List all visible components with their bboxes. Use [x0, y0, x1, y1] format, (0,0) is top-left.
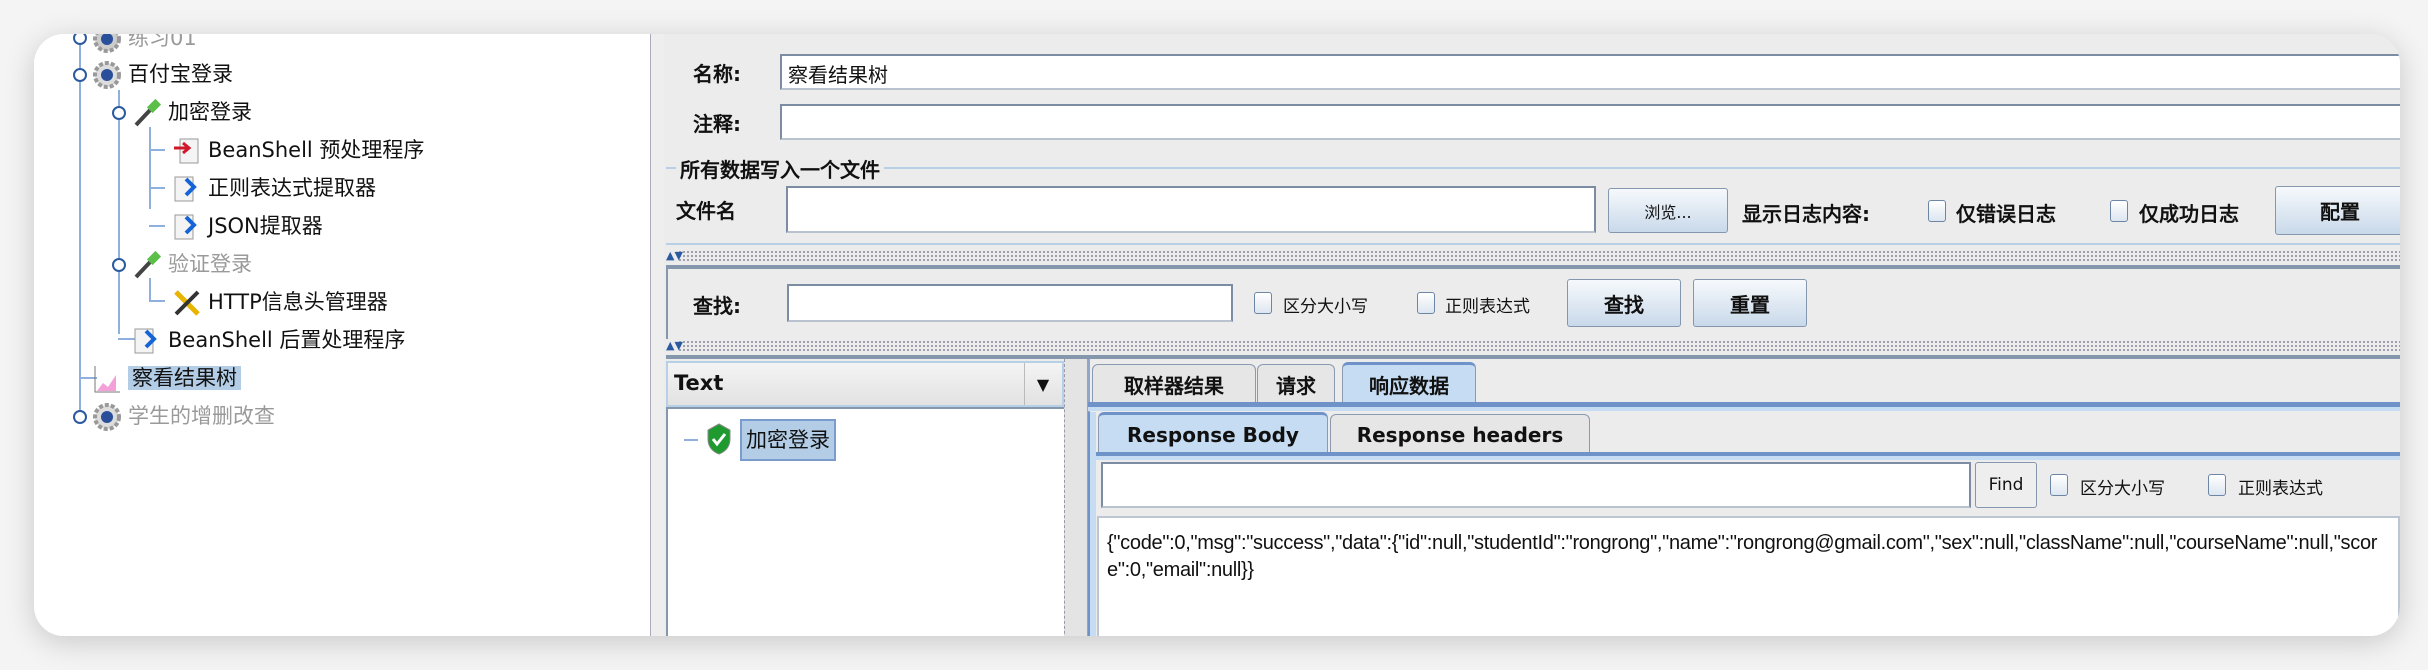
search-case-label: 区分大小写 [1283, 297, 1368, 317]
tree-item-label: 察看结果树 [128, 366, 241, 390]
tools-icon [174, 290, 200, 316]
tree-item-label: 百付宝登录 [128, 62, 233, 86]
tree-item[interactable]: BeanShell 预处理程序 [172, 132, 424, 168]
splitter-arrows-icon[interactable]: ▲▼ [666, 340, 683, 352]
search-regex-checkbox[interactable] [1417, 292, 1435, 314]
tree-item[interactable]: 加密登录 [132, 94, 252, 130]
log-content-label: 显示日志内容: [1742, 202, 1870, 226]
dropper-icon [134, 98, 162, 127]
gear-icon [93, 403, 121, 431]
success-shield-icon [707, 423, 731, 455]
success-only-label: 仅成功日志 [2139, 202, 2239, 226]
tree-item[interactable]: BeanShell 后置处理程序 [132, 322, 405, 358]
filename-label: 文件名 [676, 199, 736, 223]
tree-item-selected[interactable]: 察看结果树 [92, 360, 241, 396]
file-group-title: 所有数据写入一个文件 [676, 154, 884, 183]
search-label: 查找: [693, 294, 741, 318]
comment-label: 注释: [693, 112, 741, 136]
tree-item-label: BeanShell 后置处理程序 [168, 328, 406, 352]
success-only-checkbox[interactable] [2110, 200, 2128, 222]
jmeter-window: 练习01 百付宝登录 加密登录 BeanShell 预处理程序 正则表达式提取器… [34, 34, 2400, 636]
search-find-button[interactable]: 查找 [1567, 279, 1681, 327]
splitter-handle[interactable] [678, 340, 2400, 352]
config-button[interactable]: 配置 [2275, 186, 2400, 235]
tree-item-label: 加密登录 [168, 100, 252, 124]
extractor-icon [134, 328, 157, 354]
gear-icon [93, 34, 121, 53]
sample-result-item[interactable]: 加密登录 [740, 419, 836, 461]
gear-icon [93, 61, 121, 89]
results-split-divider[interactable] [1064, 359, 1090, 636]
tab-sampler-result[interactable]: 取样器结果 [1092, 364, 1256, 404]
renderer-select-value: Text [674, 371, 724, 395]
comment-input[interactable] [780, 104, 2400, 140]
expand-toggle[interactable] [73, 68, 87, 82]
errors-only-checkbox[interactable] [1928, 200, 1946, 222]
tree-line [149, 127, 151, 209]
name-input[interactable]: 察看结果树 [780, 54, 2400, 90]
tab-request[interactable]: 请求 [1257, 364, 1335, 404]
extractor-icon [174, 176, 197, 202]
response-case-checkbox[interactable] [2050, 474, 2068, 496]
renderer-select[interactable]: Text ▼ [666, 361, 1064, 407]
response-case-label: 区分大小写 [2080, 479, 2165, 499]
splitter-handle[interactable] [678, 250, 2400, 262]
splitter-arrows-icon[interactable]: ▲▼ [666, 250, 683, 262]
browse-button[interactable]: 浏览... [1608, 188, 1728, 233]
expand-toggle[interactable] [73, 410, 87, 424]
response-body-text[interactable]: {"code":0,"msg":"success","data":{"id":n… [1097, 516, 2400, 636]
tree-item-label: 正则表达式提取器 [208, 176, 376, 200]
subtab-response-headers[interactable]: Response headers [1330, 414, 1590, 454]
tree-item-label: BeanShell 预处理程序 [208, 138, 425, 162]
expand-toggle[interactable] [112, 258, 126, 272]
preprocessor-icon [174, 138, 199, 164]
errors-only-label: 仅错误日志 [1956, 202, 2056, 226]
tree-item[interactable]: HTTP信息头管理器 [172, 284, 388, 320]
tree-item[interactable]: 正则表达式提取器 [172, 170, 376, 206]
search-case-checkbox[interactable] [1254, 292, 1272, 314]
results-tree-panel: 名称: 察看结果树 注释: 所有数据写入一个文件 文件名 浏览... 显示日志内… [664, 34, 2400, 636]
response-regex-label: 正则表达式 [2238, 479, 2323, 499]
response-regex-checkbox[interactable] [2208, 474, 2226, 496]
response-find-button[interactable]: Find [1975, 462, 2037, 508]
response-find-input[interactable] [1101, 462, 1971, 508]
filename-input[interactable] [786, 186, 1596, 233]
dropper-icon [134, 250, 162, 279]
search-reset-button[interactable]: 重置 [1693, 279, 1807, 327]
name-label: 名称: [693, 62, 741, 86]
tree-item[interactable]: 验证登录 [132, 246, 252, 282]
tree-item[interactable]: 练习01 [92, 34, 197, 56]
tree-item-label: JSON提取器 [208, 214, 323, 238]
chevron-down-icon[interactable]: ▼ [1024, 363, 1061, 405]
expand-toggle[interactable] [73, 34, 87, 45]
test-plan-tree: 练习01 百付宝登录 加密登录 BeanShell 预处理程序 正则表达式提取器… [34, 34, 650, 636]
tree-item[interactable]: 百付宝登录 [92, 56, 233, 92]
search-input[interactable] [787, 284, 1233, 322]
tree-item[interactable]: JSON提取器 [172, 208, 323, 244]
tree-item-label: 学生的增删改查 [128, 404, 275, 428]
tree-item-label: HTTP信息头管理器 [208, 290, 388, 314]
sample-results-list: 加密登录 [666, 407, 1066, 636]
extractor-icon [174, 214, 197, 240]
chart-icon [94, 366, 120, 393]
search-regex-label: 正则表达式 [1445, 297, 1530, 317]
tab-response-data[interactable]: 响应数据 [1342, 362, 1476, 404]
tree-item-label: 练习01 [128, 34, 197, 50]
expand-toggle[interactable] [112, 106, 126, 120]
tree-item[interactable]: 学生的增删改查 [92, 398, 275, 434]
tree-line [79, 266, 81, 416]
subtab-response-body[interactable]: Response Body [1098, 412, 1328, 454]
tree-item-label: 验证登录 [168, 252, 252, 276]
